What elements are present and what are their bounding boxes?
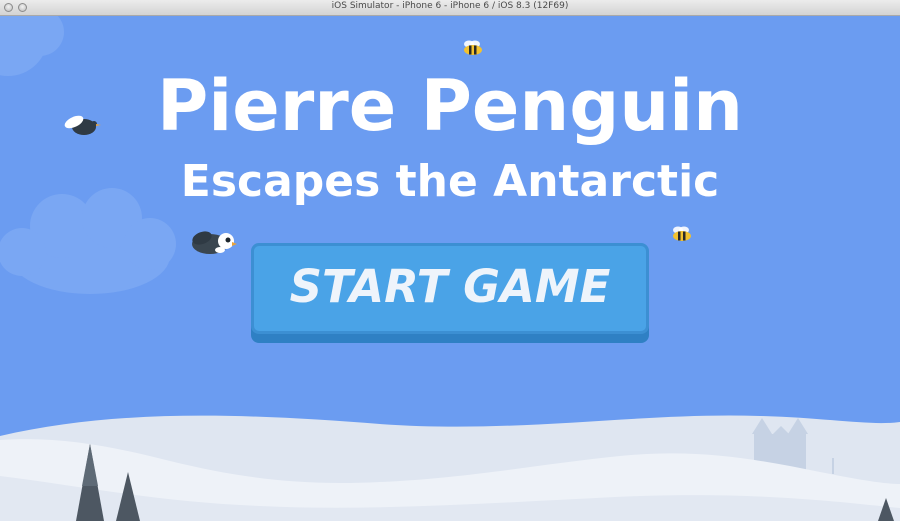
game-scene[interactable]: Pierre Penguin Escapes the Antarctic STA… bbox=[0, 16, 900, 521]
post bbox=[832, 458, 834, 474]
window-titlebar: iOS Simulator - iPhone 6 - iPhone 6 / iO… bbox=[0, 0, 900, 16]
game-subtitle: Escapes the Antarctic bbox=[180, 156, 720, 207]
game-title: Pierre Penguin bbox=[156, 65, 744, 147]
bee-icon bbox=[673, 226, 691, 241]
start-button-label: START GAME bbox=[289, 260, 611, 313]
simulator-window: iOS Simulator - iPhone 6 - iPhone 6 / iO… bbox=[0, 0, 900, 521]
start-game-button[interactable]: START GAME bbox=[251, 243, 649, 343]
window-title: iOS Simulator - iPhone 6 - iPhone 6 / iO… bbox=[331, 1, 569, 11]
penguin-icon bbox=[192, 231, 237, 254]
bee-icon bbox=[464, 40, 482, 55]
